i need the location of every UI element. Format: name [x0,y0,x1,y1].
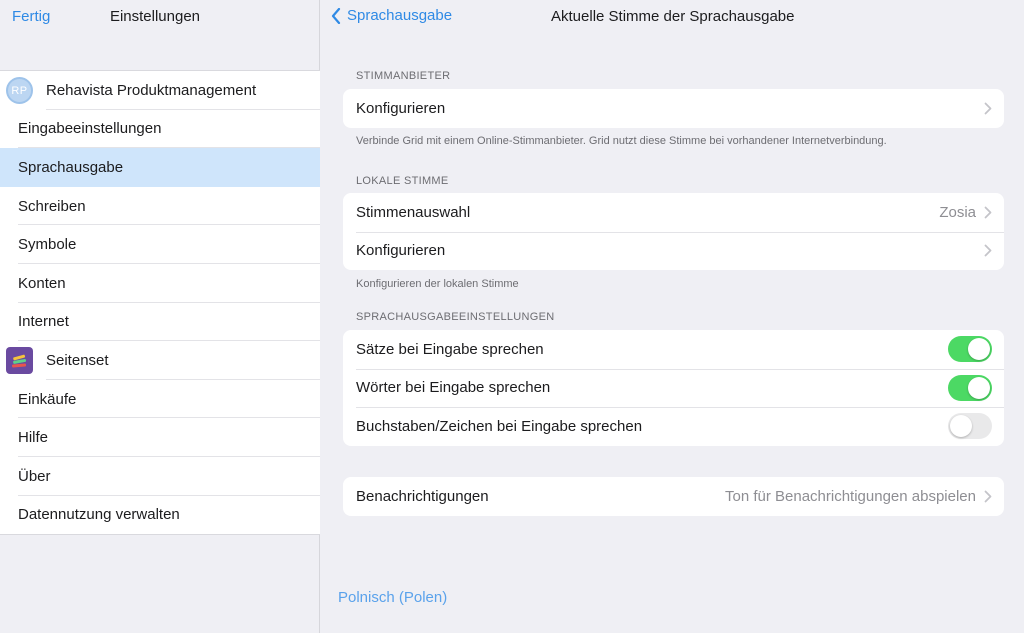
language-link[interactable]: Polnisch (Polen) [338,589,447,606]
row-label: Wörter bei Eingabe sprechen [356,379,551,397]
row-label: Benachrichtigungen [356,487,489,505]
voice-select-row[interactable]: Stimmenauswahl Zosia [343,193,1004,232]
sidebar-item-help[interactable]: Hilfe [0,418,320,457]
row-label: Konfigurieren [356,99,446,117]
section-header-speech-settings: SPRACHAUSGABEEINSTELLUNGEN [356,311,555,323]
voice-select-value: Zosia [939,203,976,221]
settings-menu: RP Rehavista Produktmanagement Eingabeei… [0,70,320,536]
sidebar-header: Fertig Einstellungen [0,0,320,32]
row-label: Stimmenauswahl [356,203,471,221]
chevron-right-icon [984,102,992,115]
local-voice-footnote: Konfigurieren der lokalen Stimme [356,278,519,290]
chevron-right-icon [984,490,992,503]
row-label: Sätze bei Eingabe sprechen [356,340,544,358]
voice-provider-group: Konfigurieren [343,89,1004,128]
notifications-value: Ton für Benachrichtigungen abspielen [724,487,976,505]
sidebar-item-purchases[interactable]: Einkäufe [0,380,320,419]
sidebar-item-label: Über [18,467,51,485]
sidebar-item-writing[interactable]: Schreiben [0,187,320,226]
toggle-knob [968,376,990,399]
toggle-knob [950,415,972,438]
sidebar-item-label: Konten [18,274,66,292]
sidebar-item-input-settings[interactable]: Eingabeeinstellungen [0,110,320,149]
sidebar-item-label: Eingabeeinstellungen [18,120,162,138]
voice-provider-configure-row[interactable]: Konfigurieren [343,89,1004,128]
section-header-voice-provider: STIMMANBIETER [356,70,451,82]
speak-sentences-row: Sätze bei Eingabe sprechen [343,330,1004,369]
notifications-row[interactable]: Benachrichtigungen Ton für Benachrichtig… [343,477,1004,516]
speech-settings-group: Sätze bei Eingabe sprechen Wörter bei Ei… [343,330,1004,446]
sidebar-item-label: Internet [18,313,69,331]
pageset-icon [6,347,33,375]
chevron-right-icon [984,206,992,219]
speak-sentences-toggle[interactable] [948,336,992,363]
chevron-left-icon [331,7,341,24]
speak-letters-toggle[interactable] [948,413,992,440]
speak-letters-row: Buchstaben/Zeichen bei Eingabe sprechen [343,407,1004,446]
sidebar-item-label: Schreiben [18,197,86,215]
voice-provider-footnote: Verbinde Grid mit einem Online-Stimmanbi… [356,135,887,147]
speak-words-toggle[interactable] [948,374,992,401]
sidebar-item-pageset[interactable]: Seitenset [0,341,320,380]
notifications-group: Benachrichtigungen Ton für Benachrichtig… [343,477,1004,516]
sidebar-item-label: Sprachausgabe [18,158,124,176]
sidebar-item-speech[interactable]: Sprachausgabe [0,148,320,187]
back-button-label: Sprachausgabe [347,7,453,24]
sidebar-item-about[interactable]: Über [0,457,320,496]
sidebar-item-label: Datennutzung verwalten [18,506,180,524]
speak-words-row: Wörter bei Eingabe sprechen [343,368,1004,408]
sidebar-item-data-usage[interactable]: Datennutzung verwalten [0,496,320,535]
page-title: Aktuelle Stimme der Sprachausgabe [551,8,795,25]
sidebar-item-symbols[interactable]: Symbole [0,225,320,264]
sidebar-item-internet[interactable]: Internet [0,303,320,342]
avatar: RP [6,77,33,104]
sidebar-item-label: Hilfe [18,429,49,447]
sidebar-title: Einstellungen [109,8,201,25]
profile-name: Rehavista Produktmanagement [46,81,257,99]
detail-pane: Sprachausgabe Aktuelle Stimme der Sprach… [321,0,1024,633]
local-voice-configure-row[interactable]: Konfigurieren [343,231,1004,271]
local-voice-group: Stimmenauswahl Zosia Konfigurieren [343,193,1004,270]
settings-sidebar: Fertig Einstellungen RP Rehavista Produk… [0,0,320,633]
row-label: Konfigurieren [356,242,446,260]
sidebar-item-profile[interactable]: RP Rehavista Produktmanagement [0,71,320,110]
sidebar-item-accounts[interactable]: Konten [0,264,320,303]
row-label: Buchstaben/Zeichen bei Eingabe sprechen [356,417,643,435]
sidebar-item-label: Einkäufe [18,390,77,408]
sidebar-item-label: Seitenset [46,351,109,369]
toggle-knob [968,338,990,361]
sidebar-item-label: Symbole [18,236,77,254]
section-header-local-voice: LOKALE STIMME [356,175,449,187]
chevron-right-icon [984,244,992,257]
back-button[interactable]: Sprachausgabe [331,7,452,24]
